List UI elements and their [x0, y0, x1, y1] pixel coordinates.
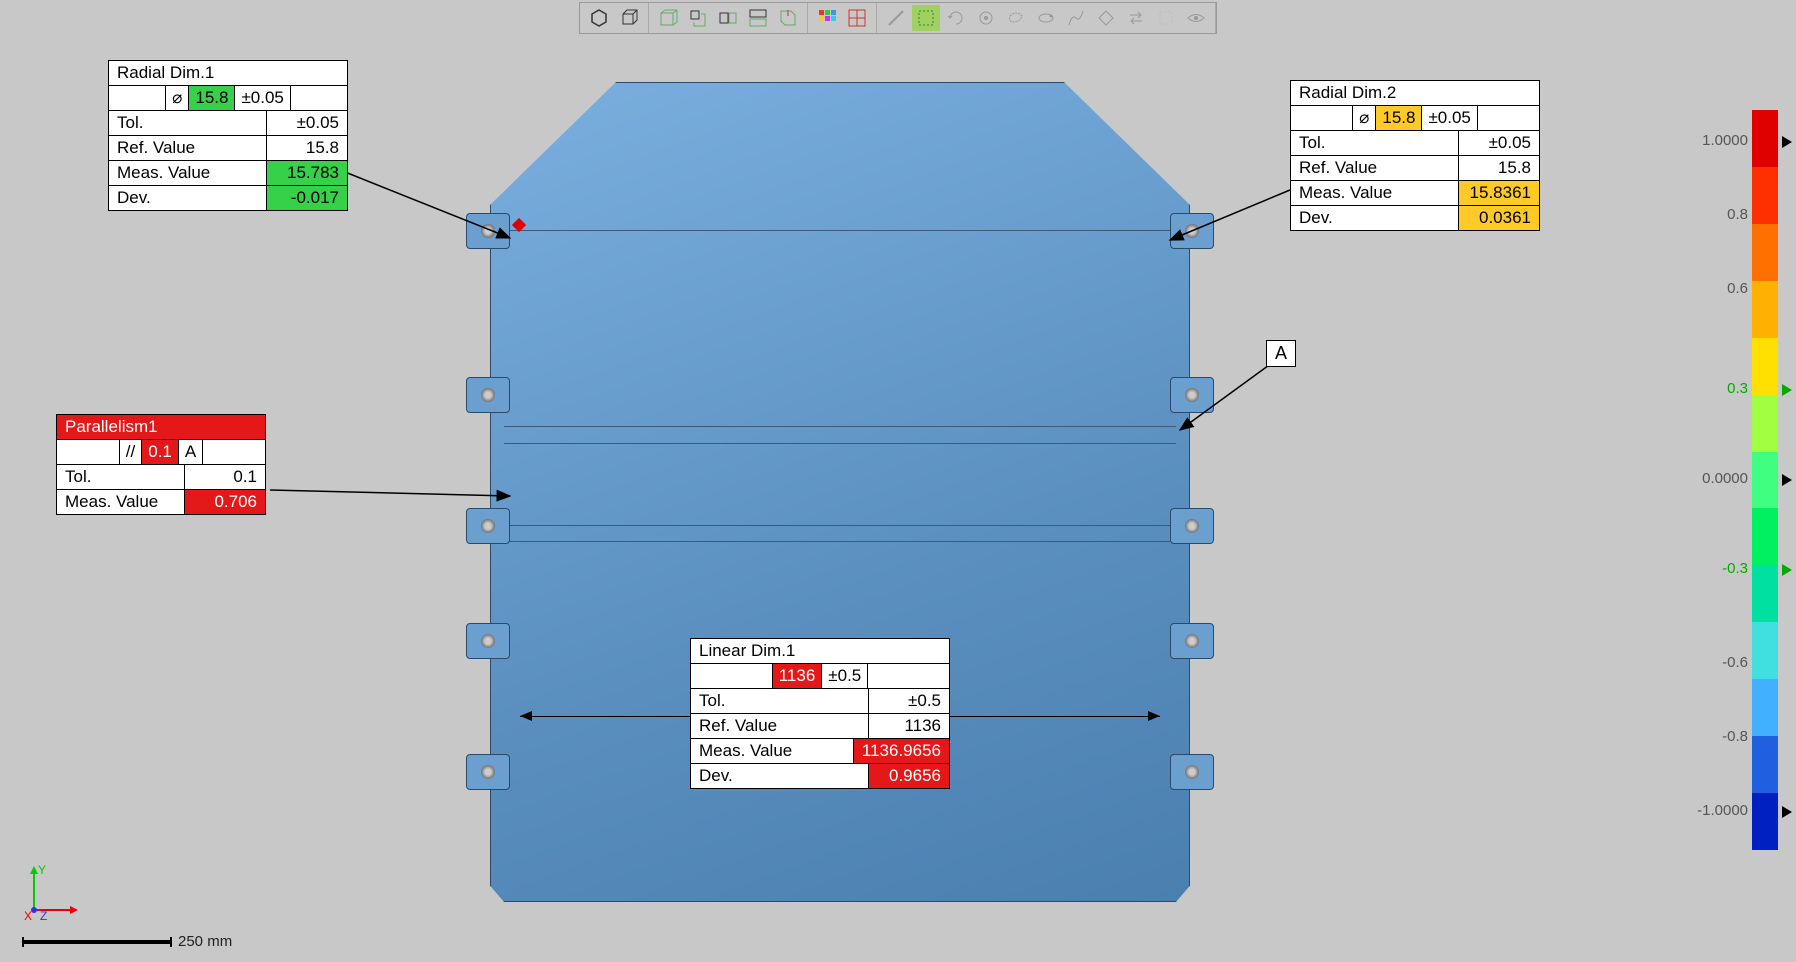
nominal-value: 1136 — [773, 664, 823, 688]
dev-label: Dev. — [109, 186, 267, 210]
tool-view2-icon[interactable] — [714, 5, 742, 31]
ref-label: Ref. Value — [1291, 156, 1459, 180]
tool-colorgrid-icon[interactable] — [813, 5, 841, 31]
tol-label: Tol. — [57, 465, 185, 489]
tool-wirebox-icon[interactable] — [654, 5, 682, 31]
tool-select-box-icon[interactable] — [912, 5, 940, 31]
callout-title: Radial Dim.2 — [1291, 81, 1539, 106]
tool-eye-icon[interactable] — [1182, 5, 1210, 31]
callout-title: Parallelism1 — [57, 415, 265, 440]
legend-tick: 0.3 — [1688, 380, 1748, 397]
ref-label: Ref. Value — [109, 136, 267, 160]
dev-value: -0.017 — [267, 186, 347, 210]
deviation-color-legend: 1.0000 0.8 0.6 0.3 0.0000 -0.3 -0.6 -0.8… — [1668, 100, 1778, 860]
meas-value: 15.783 — [267, 161, 347, 185]
tolerance-symbol: ±0.05 — [1422, 106, 1477, 130]
callout-radial-dim-2[interactable]: Radial Dim.2 ⌀ 15.8 ±0.05 Tol.±0.05 Ref.… — [1290, 80, 1540, 231]
dev-label: Dev. — [691, 764, 869, 788]
tol-label: Tol. — [1291, 131, 1459, 155]
legend-tick: -0.3 — [1688, 560, 1748, 577]
parallelism-symbol-icon: // — [120, 440, 142, 464]
axis-x-label: X — [24, 909, 32, 922]
scale-line — [22, 940, 172, 944]
datum-text: A — [1275, 343, 1287, 363]
tool-orbit-icon[interactable] — [1032, 5, 1060, 31]
tool-cube-icon[interactable] — [615, 5, 643, 31]
ref-label: Ref. Value — [691, 714, 869, 738]
axis-y-label: Y — [38, 863, 46, 877]
meas-label: Meas. Value — [109, 161, 267, 185]
callout-linear-dim-1[interactable]: Linear Dim.1 1136 ±0.5 Tol.±0.5 Ref. Val… — [690, 638, 950, 789]
tool-draw-icon[interactable] — [1062, 5, 1090, 31]
callout-title: Radial Dim.1 — [109, 61, 347, 86]
scale-bar: 250 mm — [22, 933, 232, 950]
callout-parallelism-1[interactable]: Parallelism1 // 0.1 A Tol.0.1 Meas. Valu… — [56, 414, 266, 515]
legend-tick: 0.0000 — [1688, 470, 1748, 487]
meas-value: 15.8361 — [1459, 181, 1539, 205]
dev-value: 0.0361 — [1459, 206, 1539, 230]
tool-line-icon[interactable] — [882, 5, 910, 31]
tool-swap-icon[interactable] — [1122, 5, 1150, 31]
legend-tick: -0.8 — [1688, 728, 1748, 745]
meas-label: Meas. Value — [1291, 181, 1459, 205]
tool-target-icon[interactable] — [972, 5, 1000, 31]
legend-tick: -0.6 — [1688, 654, 1748, 671]
scale-label: 250 mm — [178, 933, 232, 950]
tool-view1-icon[interactable] — [684, 5, 712, 31]
tool-view3-icon[interactable] — [744, 5, 772, 31]
tolerance-symbol: ±0.05 — [235, 86, 290, 110]
ref-value: 1136 — [869, 714, 949, 738]
diameter-symbol-icon: ⌀ — [166, 86, 189, 110]
tool-plaingrid-icon[interactable] — [843, 5, 871, 31]
dev-value: 0.9656 — [869, 764, 949, 788]
axis-z-label: Z — [40, 909, 47, 922]
tool-view4-icon[interactable] — [774, 5, 802, 31]
meas-value: 0.706 — [185, 490, 265, 514]
datum-ref: A — [179, 440, 203, 464]
legend-tick: 0.8 — [1688, 206, 1748, 223]
tol-label: Tol. — [109, 111, 267, 135]
callout-title: Linear Dim.1 — [691, 639, 949, 664]
tol-label: Tol. — [691, 689, 869, 713]
tool-ghost-icon[interactable] — [1152, 5, 1180, 31]
dev-label: Dev. — [1291, 206, 1459, 230]
tol-value: ±0.05 — [1459, 131, 1539, 155]
legend-gradient — [1752, 110, 1778, 850]
meas-value: 1136.9656 — [854, 739, 949, 763]
nominal-value: 0.1 — [142, 440, 179, 464]
legend-tick: 1.0000 — [1688, 132, 1748, 149]
legend-tick: 0.6 — [1688, 280, 1748, 297]
legend-tick: -1.0000 — [1688, 802, 1748, 819]
axis-triad: Y X Z — [22, 862, 82, 922]
tol-value: 0.1 — [185, 465, 265, 489]
nominal-value: 15.8 — [189, 86, 235, 110]
ref-value: 15.8 — [267, 136, 347, 160]
tool-diamond-icon[interactable] — [1092, 5, 1120, 31]
datum-a-label: A — [1266, 340, 1296, 367]
diameter-symbol-icon: ⌀ — [1353, 106, 1376, 130]
tol-value: ±0.05 — [267, 111, 347, 135]
meas-label: Meas. Value — [691, 739, 854, 763]
nominal-value: 15.8 — [1376, 106, 1422, 130]
main-toolbar — [579, 2, 1217, 34]
tolerance-symbol: ±0.5 — [822, 664, 868, 688]
tol-value: ±0.5 — [869, 689, 949, 713]
callout-radial-dim-1[interactable]: Radial Dim.1 ⌀ 15.8 ±0.05 Tol.±0.05 Ref.… — [108, 60, 348, 211]
tool-lasso-icon[interactable] — [1002, 5, 1030, 31]
tool-rotate-icon[interactable] — [942, 5, 970, 31]
meas-label: Meas. Value — [57, 490, 185, 514]
ref-value: 15.8 — [1459, 156, 1539, 180]
tool-hexagon-icon[interactable] — [585, 5, 613, 31]
